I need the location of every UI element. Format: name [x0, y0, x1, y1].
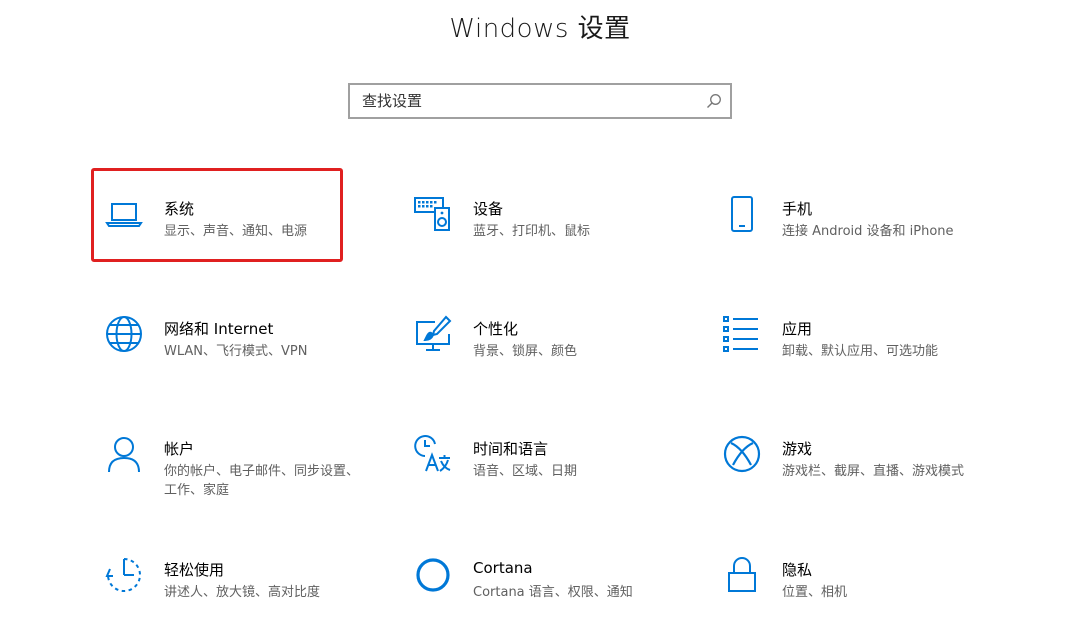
- tile-name: 时间和语言: [473, 440, 549, 458]
- tile-name: 帐户: [164, 440, 195, 458]
- tile-name: 游戏: [782, 440, 813, 458]
- settings-tile-apps[interactable]: 应用 卸载、默认应用、可选功能: [712, 292, 1012, 382]
- settings-tile-network[interactable]: 网络和 Internet WLAN、飞行模式、VPN: [94, 292, 394, 382]
- lock-icon: [722, 555, 762, 595]
- tile-name: 设备: [473, 200, 504, 218]
- tile-description: 你的帐户、电子邮件、同步设置、工作、家庭: [164, 464, 360, 498]
- settings-tile-personalization[interactable]: 个性化 背景、锁屏、颜色: [403, 292, 703, 382]
- keyboard-speaker-icon: [413, 194, 453, 234]
- tile-description: 背景、锁屏、颜色: [473, 344, 578, 359]
- time-language-icon: [413, 434, 453, 474]
- tile-name: 手机: [782, 200, 813, 218]
- search-input[interactable]: [350, 85, 690, 117]
- page-title: Windows 设置: [449, 14, 631, 44]
- ease-of-access-icon: [104, 555, 144, 595]
- tile-description: 显示、声音、通知、电源: [164, 224, 308, 239]
- settings-tile-system[interactable]: 系统 显示、声音、通知、电源: [94, 172, 394, 262]
- settings-tile-time-language[interactable]: 时间和语言 语音、区域、日期: [403, 412, 703, 502]
- phone-icon: [722, 194, 762, 234]
- tile-name: 轻松使用: [164, 561, 225, 579]
- globe-icon: [104, 314, 144, 354]
- tile-description: 游戏栏、截屏、直播、游戏模式: [782, 464, 965, 479]
- settings-tile-phone[interactable]: 手机 连接 Android 设备和 iPhone: [712, 172, 1012, 262]
- person-icon: [104, 434, 144, 474]
- apps-list-icon: [722, 314, 762, 354]
- tile-name: 网络和 Internet: [164, 320, 274, 338]
- tile-description: 语音、区域、日期: [473, 464, 578, 479]
- xbox-icon: [722, 434, 762, 474]
- tile-description: Cortana 语言、权限、通知: [473, 585, 633, 600]
- tile-name: 应用: [782, 320, 813, 338]
- tile-description: 讲述人、放大镜、高对比度: [164, 585, 321, 600]
- tile-description: 卸载、默认应用、可选功能: [782, 344, 939, 359]
- tile-name: 隐私: [782, 561, 813, 579]
- laptop-icon: [104, 194, 144, 234]
- settings-tile-accounts[interactable]: 帐户 你的帐户、电子邮件、同步设置、工作、家庭: [94, 412, 394, 502]
- tile-name: Cortana: [473, 559, 533, 577]
- tile-description: 位置、相机: [782, 585, 848, 600]
- tile-name: 个性化: [473, 320, 519, 338]
- settings-tile-gaming[interactable]: 游戏 游戏栏、截屏、直播、游戏模式: [712, 412, 1012, 502]
- settings-tile-devices[interactable]: 设备 蓝牙、打印机、鼠标: [403, 172, 703, 262]
- tile-description: WLAN、飞行模式、VPN: [164, 344, 308, 359]
- tile-description: 连接 Android 设备和 iPhone: [782, 224, 954, 239]
- cortana-ring-icon: [413, 555, 453, 595]
- tile-description: 蓝牙、打印机、鼠标: [473, 224, 591, 239]
- search-icon[interactable]: [706, 93, 722, 109]
- tile-name: 系统: [164, 200, 195, 218]
- search-box[interactable]: [348, 83, 732, 119]
- settings-tile-ease-of-access[interactable]: 轻松使用 讲述人、放大镜、高对比度: [94, 533, 394, 623]
- settings-tile-cortana[interactable]: Cortana Cortana 语言、权限、通知: [403, 533, 703, 623]
- settings-tile-privacy[interactable]: 隐私 位置、相机: [712, 533, 1012, 623]
- paint-monitor-icon: [413, 314, 453, 354]
